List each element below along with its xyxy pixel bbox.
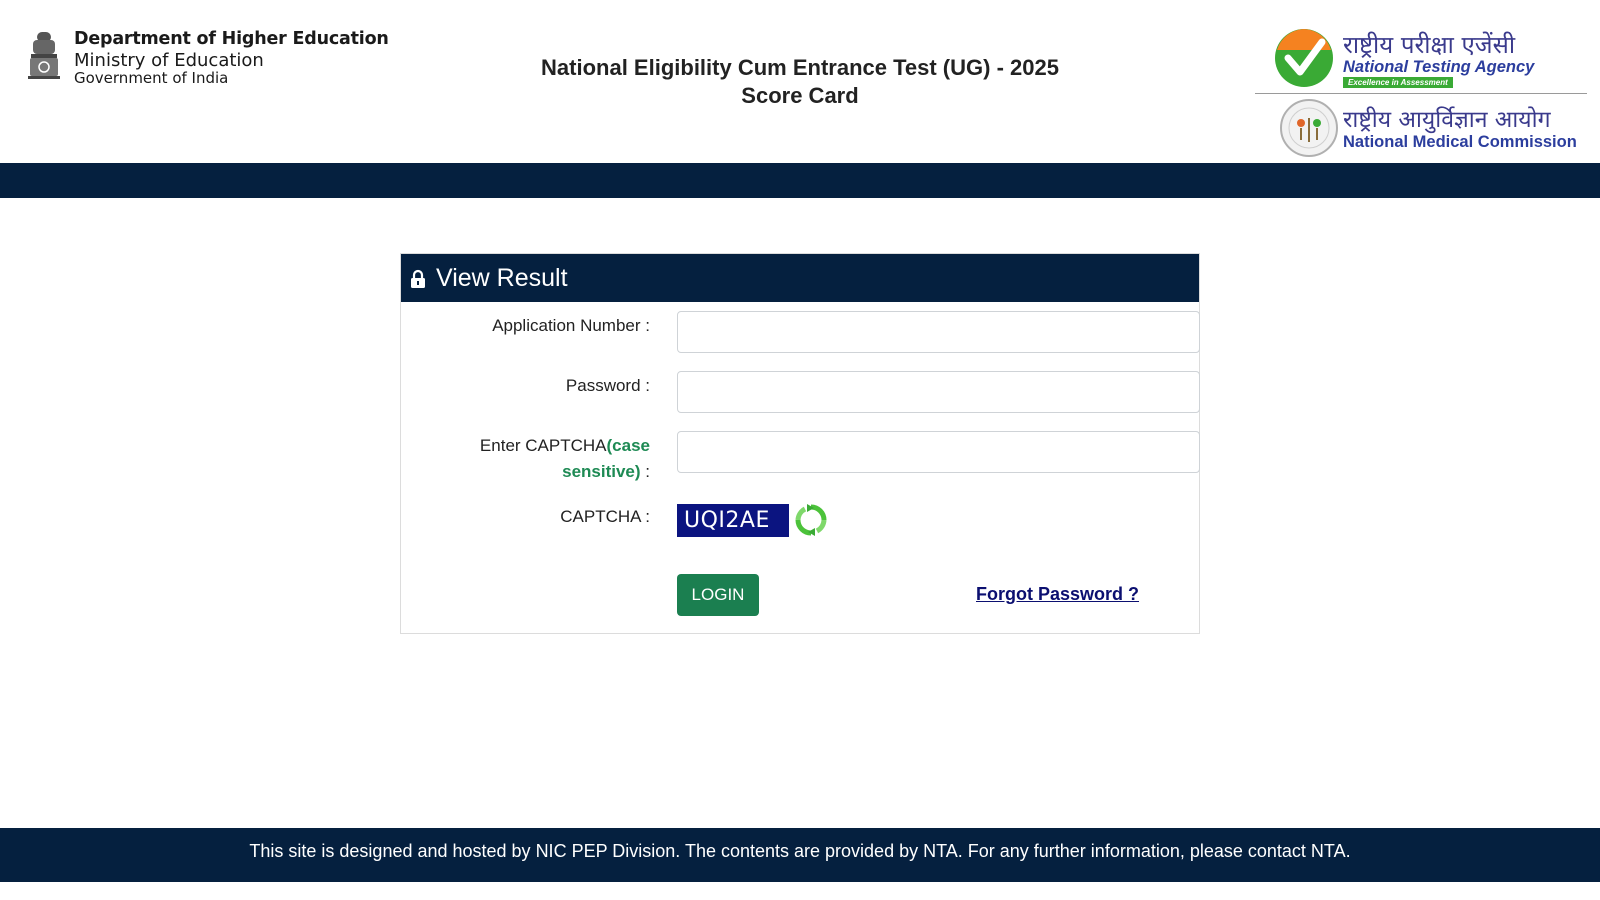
captcha-input-label-text: Enter CAPTCHA bbox=[479, 436, 607, 455]
national-emblem-icon bbox=[28, 32, 60, 79]
nmc-english-name: National Medical Commission bbox=[1343, 133, 1577, 151]
department-block: Department of Higher Education Ministry … bbox=[74, 29, 389, 87]
password-label: Password : bbox=[565, 376, 650, 395]
case-sensitive-note-2: sensitive) bbox=[562, 462, 641, 481]
application-number-label: Application Number : bbox=[492, 316, 650, 335]
nta-english-name: National Testing Agency bbox=[1343, 58, 1535, 76]
department-name: Department of Higher Education bbox=[74, 29, 389, 49]
nta-hindi-name: राष्ट्रीय परीक्षा एजेंसी bbox=[1343, 31, 1516, 59]
nmc-seal-logo-icon bbox=[1280, 99, 1338, 157]
nmc-hindi-name: राष्ट्रीय आयुर्विज्ञान आयोग bbox=[1343, 107, 1551, 133]
captcha-label: CAPTCHA : bbox=[560, 507, 650, 526]
login-button[interactable]: LOGIN bbox=[677, 574, 759, 616]
case-sensitive-note: (case bbox=[606, 436, 650, 455]
password-input[interactable] bbox=[677, 371, 1200, 413]
exam-title: National Eligibility Cum Entrance Test (… bbox=[541, 55, 1059, 80]
ministry-name: Ministry of Education bbox=[74, 49, 264, 71]
page-title: National Eligibility Cum Entrance Test (… bbox=[400, 54, 1200, 110]
header-band bbox=[0, 163, 1600, 198]
captcha-image: UQI2AE bbox=[677, 504, 789, 537]
refresh-icon[interactable] bbox=[794, 503, 828, 537]
footer-text: This site is designed and hosted by NIC … bbox=[249, 841, 1351, 861]
captcha-input[interactable] bbox=[677, 431, 1200, 473]
card-header: View Result bbox=[401, 254, 1199, 302]
application-number-input[interactable] bbox=[677, 311, 1200, 353]
government-name: Government of India bbox=[74, 68, 229, 87]
forgot-password-link[interactable]: Forgot Password ? bbox=[976, 584, 1139, 605]
logo-divider bbox=[1255, 93, 1587, 94]
card-title: View Result bbox=[436, 264, 568, 292]
site-header: Department of Higher Education Ministry … bbox=[0, 0, 1600, 163]
site-footer: This site is designed and hosted by NIC … bbox=[0, 828, 1600, 882]
lock-icon bbox=[411, 269, 425, 288]
captcha-input-label: Enter CAPTCHA(case sensitive) : bbox=[480, 433, 650, 485]
score-card-title: Score Card bbox=[741, 83, 859, 108]
nta-checkmark-logo-icon bbox=[1275, 29, 1333, 87]
view-result-card: View Result Application Number : Passwor… bbox=[400, 253, 1200, 634]
captcha-input-label-colon: : bbox=[640, 462, 650, 481]
nta-tagline: Excellence in Assessment bbox=[1343, 77, 1453, 88]
